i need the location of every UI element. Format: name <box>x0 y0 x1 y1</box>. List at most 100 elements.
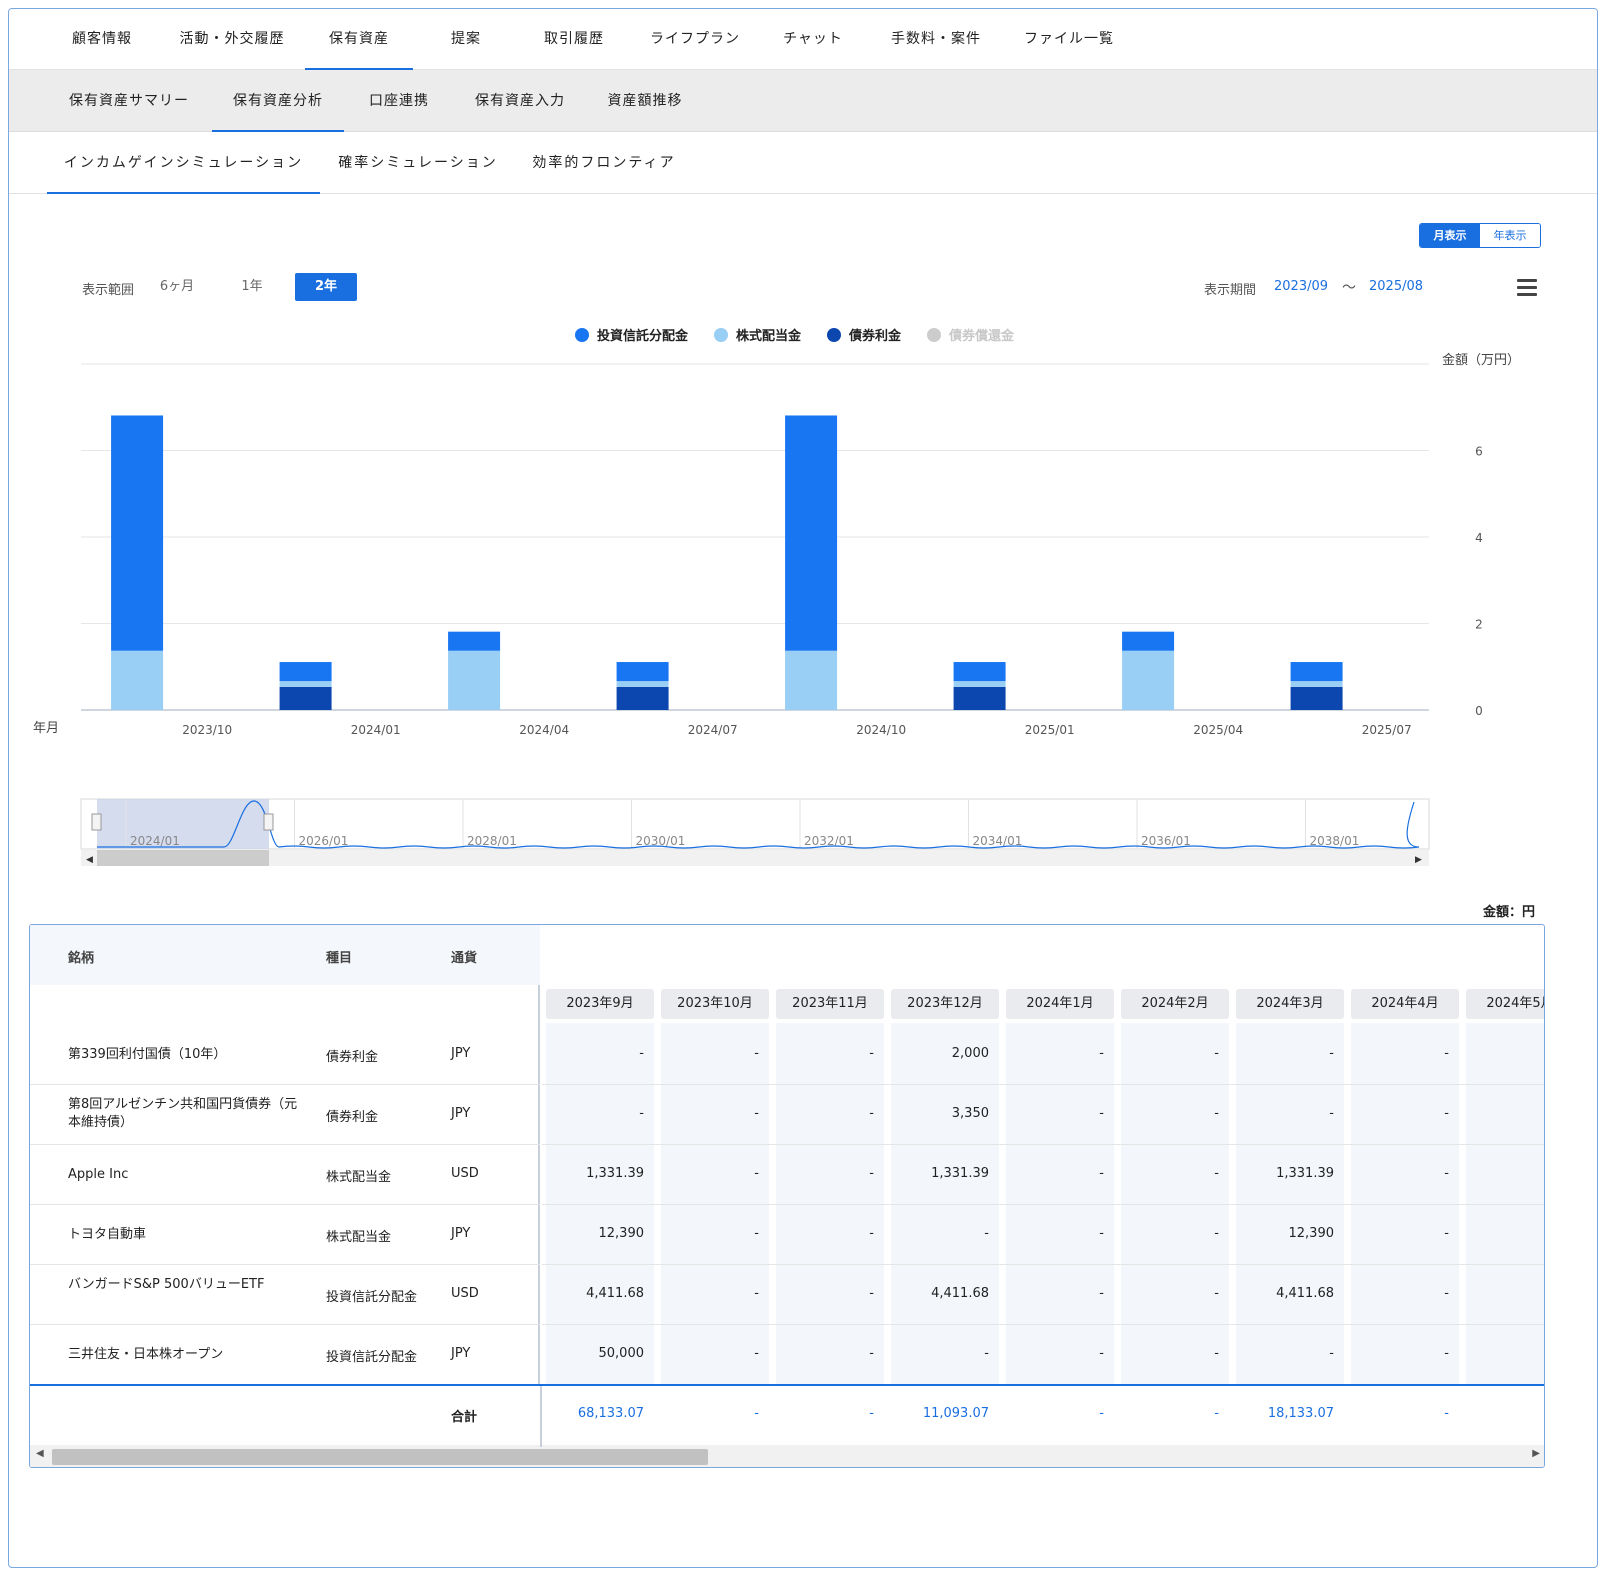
x-tick-label: 2024/01 <box>351 723 401 737</box>
bar-segment <box>953 686 1006 710</box>
row-divider <box>542 1204 1544 1205</box>
total-cell: 68,133.07 <box>577 1406 644 1421</box>
table-cell: - <box>869 1346 874 1361</box>
y-tick-label: 4 <box>1475 531 1483 545</box>
navigator-left-handle <box>91 813 102 831</box>
table-cell: - <box>1329 1106 1334 1121</box>
table-cell: - <box>754 1106 759 1121</box>
currency-code: JPY <box>451 1226 471 1241</box>
bar-segment <box>279 662 332 682</box>
currency-code: JPY <box>451 1106 471 1121</box>
month-header: 2024年1月 <box>1006 989 1114 1019</box>
currency-code: JPY <box>451 1346 471 1361</box>
table-row: Apple Inc 株式配当金 USD <box>30 1145 540 1205</box>
table-cell: - <box>1444 1106 1449 1121</box>
scrollbar-thumb[interactable] <box>52 1449 708 1465</box>
month-header: 2023年10月 <box>661 989 769 1019</box>
bar-segment <box>448 631 501 651</box>
table-cell: - <box>1099 1346 1104 1361</box>
navigator-right-handle <box>263 813 274 831</box>
row-divider <box>542 1264 1544 1265</box>
income-bar-chart: 0 2 4 6 金額（万円） 年月 2023/10 2024/01 2024/04 2024/07… <box>33 352 1520 866</box>
navigator-scrollbar-thumb <box>97 850 269 866</box>
header-type: 種目 <box>326 951 353 966</box>
bar-segment <box>1122 650 1175 710</box>
table-row: 三井住友・日本株オープン 投資信託分配金 JPY <box>30 1325 540 1385</box>
total-cell: - <box>869 1406 874 1421</box>
table-cell: - <box>1444 1286 1449 1301</box>
month-header: 2023年11月 <box>776 989 884 1019</box>
security-name: トヨタ自動車 <box>68 1227 147 1242</box>
table-cell: 1,331.39 <box>1276 1166 1334 1181</box>
horizontal-scrollbar[interactable]: ◀ ▶ <box>30 1445 1544 1467</box>
total-cell: - <box>754 1406 759 1421</box>
bar-segment <box>785 650 838 710</box>
bar-segment <box>448 650 501 710</box>
y-tick-label: 2 <box>1475 618 1483 632</box>
navigator-selection <box>97 799 269 849</box>
x-tick-label: 2023/10 <box>182 723 232 737</box>
month-header: 2023年9月 <box>546 989 654 1019</box>
table-cell: - <box>754 1286 759 1301</box>
header-currency: 通貨 <box>451 951 478 966</box>
income-type: 投資信託分配金 <box>326 1350 418 1365</box>
table-cell: - <box>984 1346 989 1361</box>
bar-segment <box>785 415 838 651</box>
table-cell: - <box>1444 1226 1449 1241</box>
month-header: 2023年12月 <box>891 989 999 1019</box>
table-cell: - <box>1099 1226 1104 1241</box>
security-name: 三井住友・日本株オープン <box>68 1347 224 1362</box>
scroll-left-icon[interactable]: ◀ <box>36 1448 44 1459</box>
total-cell: - <box>1214 1406 1219 1421</box>
table-cell: - <box>1329 1346 1334 1361</box>
month-header: 2024年2月 <box>1121 989 1229 1019</box>
bar-segment <box>279 686 332 710</box>
navigator-tick-label: 2026/01 <box>299 834 349 848</box>
income-table: 銘柄 種目 通貨 第339回利付国債（10年） 債券利金 JPY 第8回アルゼンチン共… <box>29 924 1545 1468</box>
total-cell: 18,133.07 <box>1267 1406 1334 1421</box>
bar-segment <box>111 415 164 651</box>
total-cell: - <box>1444 1406 1449 1421</box>
table-cell: - <box>639 1106 644 1121</box>
income-type: 株式配当金 <box>326 1230 392 1245</box>
x-tick-label: 2025/07 <box>1362 723 1412 737</box>
x-tick-label: 2024/07 <box>688 723 738 737</box>
table-cell: - <box>869 1046 874 1061</box>
currency-code: USD <box>451 1166 479 1181</box>
month-columns[interactable]: 2023年9月 2023年10月 2023年11月 2023年12月 2024年1月 20… <box>542 925 1544 1445</box>
x-tick-label: 2025/01 <box>1025 723 1075 737</box>
table-cell: 4,411.68 <box>1276 1286 1334 1301</box>
security-name: 第8回アルゼンチン共和国円貨債券（元本維持債） <box>68 1097 298 1130</box>
x-tick-label: 2024/04 <box>519 723 569 737</box>
x-tick-label: 2025/04 <box>1193 723 1243 737</box>
table-cell: - <box>1214 1226 1219 1241</box>
bar-segment <box>616 662 669 682</box>
table-cell: - <box>1099 1286 1104 1301</box>
scroll-right-icon[interactable]: ▶ <box>1532 1448 1540 1459</box>
bar-segment <box>111 650 164 710</box>
table-cell: - <box>869 1226 874 1241</box>
header-name: 銘柄 <box>68 951 95 966</box>
navigator-frame <box>80 798 1430 850</box>
security-name: Apple Inc <box>68 1167 129 1182</box>
bar-segment <box>1290 681 1343 687</box>
navigator-right-arrow-icon: ▶ <box>1415 855 1422 865</box>
table-cell: 1,331.39 <box>586 1166 644 1181</box>
table-cell: 4,411.68 <box>586 1286 644 1301</box>
table-cell: - <box>754 1046 759 1061</box>
bar-segment <box>616 681 669 687</box>
row-divider <box>542 1144 1544 1145</box>
bar-segment <box>616 686 669 710</box>
table-cell: - <box>1214 1346 1219 1361</box>
x-axis-title: 年月 <box>33 721 59 736</box>
table-cell: - <box>1214 1166 1219 1181</box>
table-cell: - <box>984 1226 989 1241</box>
table-cell: - <box>1099 1106 1104 1121</box>
bar-segment <box>953 662 1006 682</box>
month-header: 2024年5月 <box>1466 989 1544 1019</box>
table-cell: - <box>1444 1166 1449 1181</box>
currency-code: JPY <box>451 1046 471 1061</box>
table-cell: - <box>1099 1166 1104 1181</box>
table-cell: - <box>1214 1286 1219 1301</box>
bar-segment <box>1290 662 1343 682</box>
